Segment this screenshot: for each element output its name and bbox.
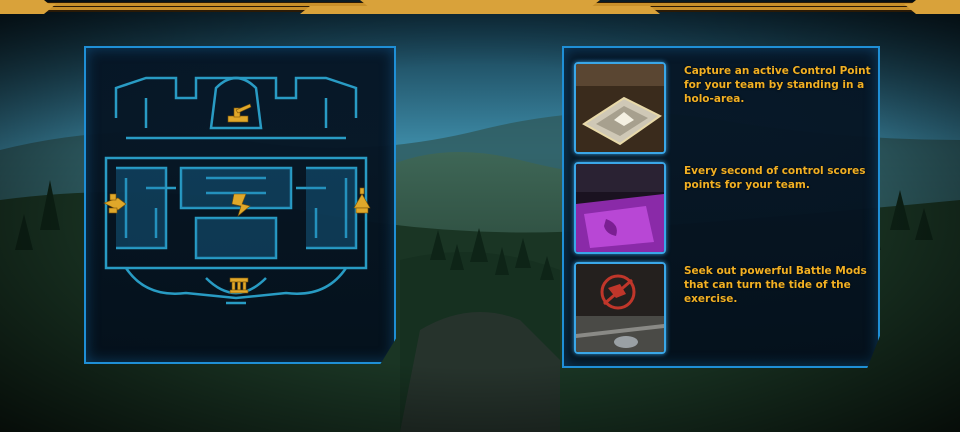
map-panel — [84, 46, 396, 364]
tip-text-1: Capture an active Control Point for your… — [684, 65, 871, 105]
tips-panel: Capture an active Control Point for your… — [562, 46, 880, 368]
tip-image-control-point — [574, 62, 666, 154]
tip-text-3: Seek out powerful Battle Mods that can t… — [684, 265, 867, 305]
tip-image-control-zone — [574, 162, 666, 254]
frame-bottom-border — [0, 4, 960, 14]
game-loading-screen: Capture an active Control Point for your… — [0, 0, 960, 432]
tip-text-2: Every second of control scores points fo… — [684, 165, 866, 191]
tip-image-battle-mod — [574, 262, 666, 354]
battleground-map — [103, 76, 371, 305]
gate-icon — [229, 277, 249, 294]
tip-capture-control-point: Capture an active Control Point for your… — [574, 62, 874, 154]
tip-battle-mods: Seek out powerful Battle Mods that can t… — [574, 262, 874, 354]
cannon-icon — [227, 103, 252, 123]
tip-control-scores: Every second of control scores points fo… — [574, 162, 874, 254]
